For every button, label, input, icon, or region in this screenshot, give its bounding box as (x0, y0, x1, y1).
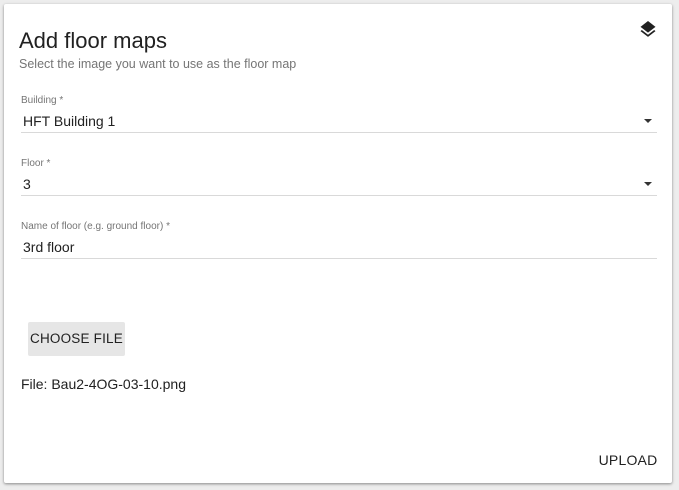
add-floor-maps-card: Add floor maps Select the image you want… (4, 4, 672, 483)
page-title: Add floor maps (19, 28, 167, 53)
floor-name-value: 3rd floor (23, 239, 75, 255)
chevron-down-icon (644, 182, 652, 186)
page-subtitle: Select the image you want to use as the … (19, 57, 297, 71)
floor-value: 3 (23, 176, 31, 192)
upload-button[interactable]: UPLOAD (592, 446, 664, 474)
floor-label: Floor * (21, 158, 51, 169)
building-value: HFT Building 1 (23, 113, 116, 129)
building-select[interactable]: HFT Building 1 (21, 107, 657, 133)
floor-name-input[interactable]: 3rd floor (21, 233, 657, 259)
chevron-down-icon (644, 119, 652, 123)
choose-file-button[interactable]: CHOOSE FILE (28, 322, 125, 356)
building-label: Building * (21, 95, 64, 106)
floor-name-label: Name of floor (e.g. ground floor) * (21, 221, 170, 232)
selected-file-name: File: Bau2-4OG-03-10.png (21, 376, 186, 392)
floor-select[interactable]: 3 (21, 170, 657, 196)
layers-icon[interactable] (638, 21, 658, 41)
